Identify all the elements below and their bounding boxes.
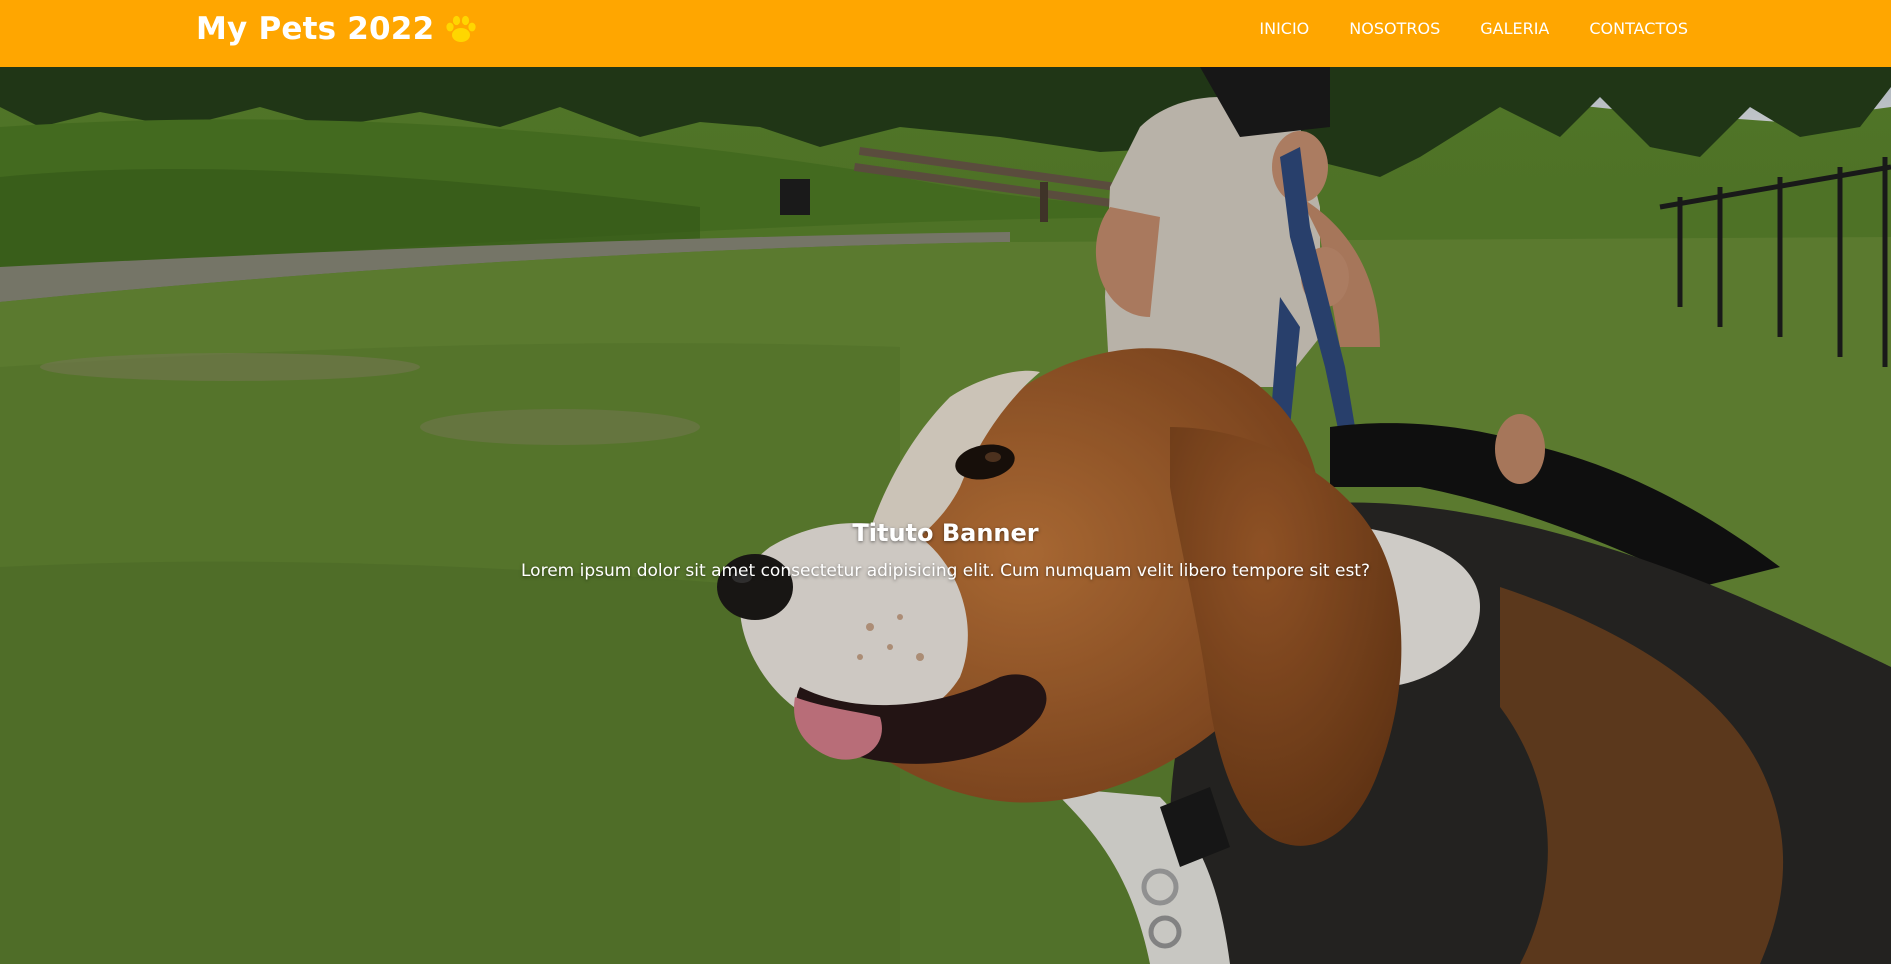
nav-menu: INICIO NOSOTROS GALERIA CONTACTOS [1259,0,1688,56]
nav-link-inicio[interactable]: INICIO [1259,19,1309,38]
banner-title: Tituto Banner [852,519,1039,547]
brand-title: My Pets 2022 [196,11,435,47]
hero-banner: Tituto Banner Lorem ipsum dolor sit amet… [0,67,1891,964]
nav-link-contactos[interactable]: CONTACTOS [1589,19,1688,38]
banner-subtitle: Lorem ipsum dolor sit amet consectetur a… [521,561,1370,581]
banner-caption: Tituto Banner Lorem ipsum dolor sit amet… [0,519,1891,581]
nav-link-nosotros[interactable]: NOSOTROS [1349,19,1440,38]
brand-link[interactable]: My Pets 2022 [196,0,478,58]
navbar: My Pets 2022 INICIO NOSOTROS GALERIA CON… [0,0,1891,67]
paw-icon [446,15,476,42]
hero-overlay [0,67,1891,964]
nav-link-galeria[interactable]: GALERIA [1480,19,1549,38]
